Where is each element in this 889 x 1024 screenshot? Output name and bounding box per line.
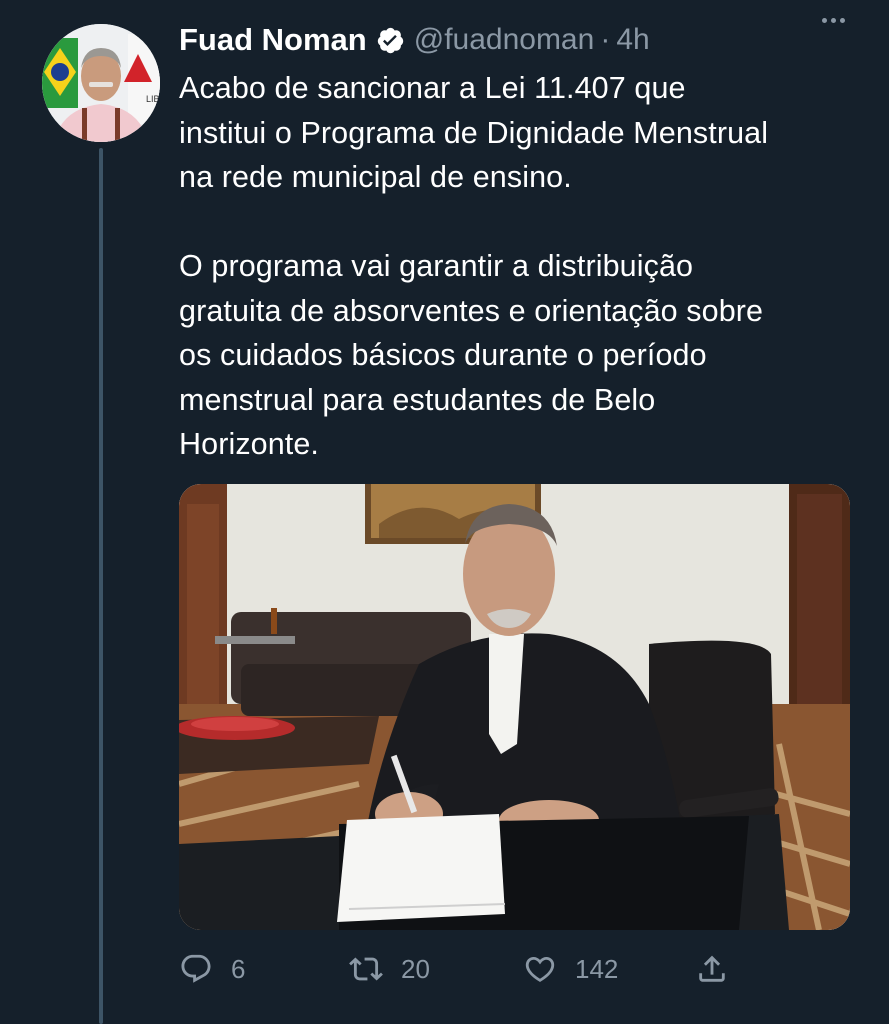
author-handle[interactable]: @fuadnoman bbox=[414, 23, 595, 57]
reply-icon bbox=[181, 954, 211, 983]
avatar-photo-icon: LIB bbox=[42, 24, 160, 142]
like-count: 142 bbox=[575, 953, 619, 984]
tweet-text: Acabo de sancionar a Lei 11.407 que inst… bbox=[179, 71, 769, 461]
like-button[interactable]: 142 bbox=[523, 946, 618, 992]
reply-count: 6 bbox=[231, 953, 246, 984]
photo-man-signing-icon bbox=[179, 484, 850, 930]
thread-line bbox=[99, 148, 103, 1024]
reply-button[interactable]: 6 bbox=[179, 946, 245, 992]
timestamp[interactable]: 4h bbox=[616, 23, 649, 57]
heart-icon bbox=[525, 956, 555, 982]
more-dot bbox=[840, 17, 845, 23]
retweet-icon bbox=[349, 957, 383, 981]
avatar[interactable]: LIB bbox=[42, 24, 160, 142]
tweet-media-photo[interactable] bbox=[179, 484, 850, 930]
tweet-header: Fuad Noman @fuadnoman · 4h bbox=[179, 20, 889, 60]
svg-text:LIB: LIB bbox=[146, 94, 160, 104]
more-dot bbox=[831, 17, 836, 23]
more-dot bbox=[822, 17, 827, 23]
tweet-actions: 6 20 142 bbox=[179, 946, 739, 992]
separator-dot: · bbox=[600, 23, 611, 56]
verified-badge-icon bbox=[376, 26, 405, 55]
retweet-button[interactable]: 20 bbox=[349, 946, 430, 992]
retweet-count: 20 bbox=[401, 953, 430, 984]
share-button[interactable] bbox=[695, 946, 729, 992]
share-icon bbox=[699, 955, 725, 982]
more-options-icon[interactable] bbox=[822, 0, 845, 40]
author-name[interactable]: Fuad Noman bbox=[179, 22, 367, 58]
